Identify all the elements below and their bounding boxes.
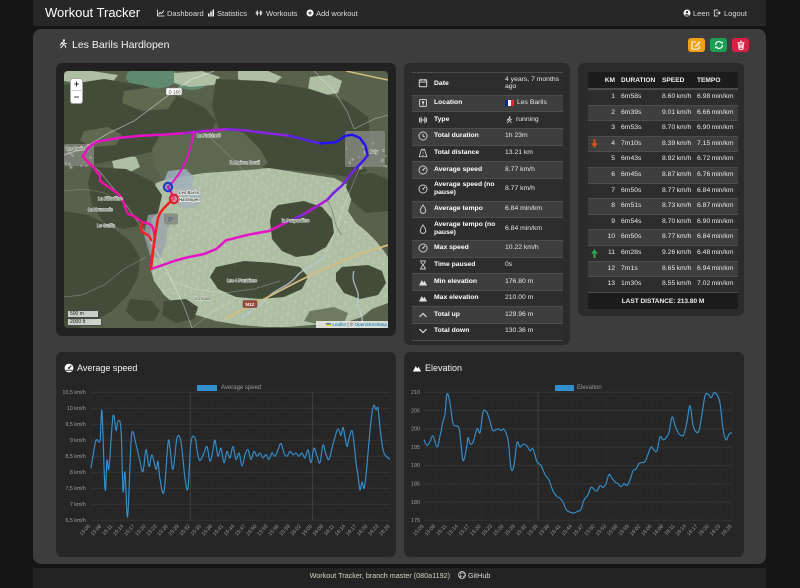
svg-text:15:05: 15:05 bbox=[412, 524, 425, 538]
svg-text:15:59: 15:59 bbox=[279, 524, 292, 538]
svg-text:15:56: 15:56 bbox=[267, 524, 280, 538]
svg-text:15:14: 15:14 bbox=[447, 524, 460, 538]
svg-text:15:17: 15:17 bbox=[458, 524, 471, 538]
svg-text:16:02: 16:02 bbox=[290, 524, 303, 538]
svg-text:16:26: 16:26 bbox=[720, 524, 733, 538]
svg-text:185: 185 bbox=[411, 482, 420, 488]
svg-text:15:08: 15:08 bbox=[424, 524, 437, 538]
svg-text:16:14: 16:14 bbox=[334, 524, 347, 538]
svg-text:15:59: 15:59 bbox=[618, 524, 631, 538]
svg-text:8 km/h: 8 km/h bbox=[70, 470, 86, 476]
svg-text:16:08: 16:08 bbox=[312, 524, 325, 538]
svg-text:180: 180 bbox=[411, 500, 420, 506]
svg-text:195: 195 bbox=[411, 445, 420, 451]
svg-text:10,5 km/h: 10,5 km/h bbox=[62, 390, 86, 396]
svg-text:15:26: 15:26 bbox=[492, 524, 505, 538]
svg-text:8,5 km/h: 8,5 km/h bbox=[65, 454, 86, 460]
svg-text:16:23: 16:23 bbox=[709, 524, 722, 538]
svg-text:15:47: 15:47 bbox=[234, 524, 247, 538]
svg-text:16:17: 16:17 bbox=[345, 524, 358, 538]
svg-text:15:53: 15:53 bbox=[595, 524, 608, 538]
svg-text:7,5 km/h: 7,5 km/h bbox=[65, 486, 86, 492]
svg-text:175: 175 bbox=[411, 518, 420, 524]
svg-text:16:17: 16:17 bbox=[686, 524, 699, 538]
svg-text:15:26: 15:26 bbox=[156, 524, 169, 538]
svg-text:15:44: 15:44 bbox=[561, 524, 574, 538]
svg-text:15:50: 15:50 bbox=[245, 524, 258, 538]
svg-text:190: 190 bbox=[411, 463, 420, 469]
svg-text:16:20: 16:20 bbox=[356, 524, 369, 538]
svg-text:16:23: 16:23 bbox=[367, 524, 380, 538]
svg-text:9,5 km/h: 9,5 km/h bbox=[65, 422, 86, 428]
svg-text:15:11: 15:11 bbox=[435, 524, 448, 537]
svg-text:15:14: 15:14 bbox=[112, 524, 125, 538]
svg-text:9 km/h: 9 km/h bbox=[70, 438, 86, 444]
svg-text:15:32: 15:32 bbox=[179, 524, 192, 538]
svg-text:15:29: 15:29 bbox=[168, 524, 181, 538]
svg-text:16:20: 16:20 bbox=[698, 524, 711, 538]
svg-text:15:38: 15:38 bbox=[538, 524, 551, 538]
svg-text:10 km/h: 10 km/h bbox=[67, 406, 86, 412]
svg-text:15:35: 15:35 bbox=[526, 524, 539, 538]
svg-text:15:29: 15:29 bbox=[504, 524, 517, 538]
svg-text:16:11: 16:11 bbox=[323, 524, 336, 537]
svg-text:16:05: 16:05 bbox=[301, 524, 314, 538]
svg-text:15:17: 15:17 bbox=[123, 524, 136, 538]
svg-text:15:11: 15:11 bbox=[101, 524, 114, 537]
svg-text:15:47: 15:47 bbox=[572, 524, 585, 538]
svg-text:16:08: 16:08 bbox=[652, 524, 665, 538]
svg-text:6,5 km/h: 6,5 km/h bbox=[65, 518, 86, 524]
svg-text:15:20: 15:20 bbox=[469, 524, 482, 538]
svg-text:16:05: 16:05 bbox=[640, 524, 653, 538]
svg-text:15:20: 15:20 bbox=[134, 524, 147, 538]
svg-text:16:11: 16:11 bbox=[664, 524, 677, 537]
svg-text:15:32: 15:32 bbox=[515, 524, 528, 538]
svg-text:15:38: 15:38 bbox=[201, 524, 214, 538]
svg-text:7 km/h: 7 km/h bbox=[70, 502, 86, 508]
svg-text:15:23: 15:23 bbox=[145, 524, 158, 538]
svg-text:16:02: 16:02 bbox=[629, 524, 642, 538]
svg-text:16:14: 16:14 bbox=[675, 524, 688, 538]
svg-text:15:41: 15:41 bbox=[549, 524, 562, 538]
svg-text:15:41: 15:41 bbox=[212, 524, 225, 538]
svg-text:200: 200 bbox=[411, 427, 420, 433]
svg-text:15:53: 15:53 bbox=[256, 524, 269, 538]
svg-text:15:35: 15:35 bbox=[190, 524, 203, 538]
svg-text:15:44: 15:44 bbox=[223, 524, 236, 538]
svg-text:205: 205 bbox=[411, 408, 420, 414]
svg-text:15:56: 15:56 bbox=[606, 524, 619, 538]
svg-text:16:26: 16:26 bbox=[378, 524, 391, 538]
svg-text:210: 210 bbox=[411, 390, 420, 396]
svg-text:15:50: 15:50 bbox=[583, 524, 596, 538]
svg-text:15:08: 15:08 bbox=[90, 524, 103, 538]
svg-text:15:05: 15:05 bbox=[79, 524, 92, 538]
svg-text:15:23: 15:23 bbox=[481, 524, 494, 538]
